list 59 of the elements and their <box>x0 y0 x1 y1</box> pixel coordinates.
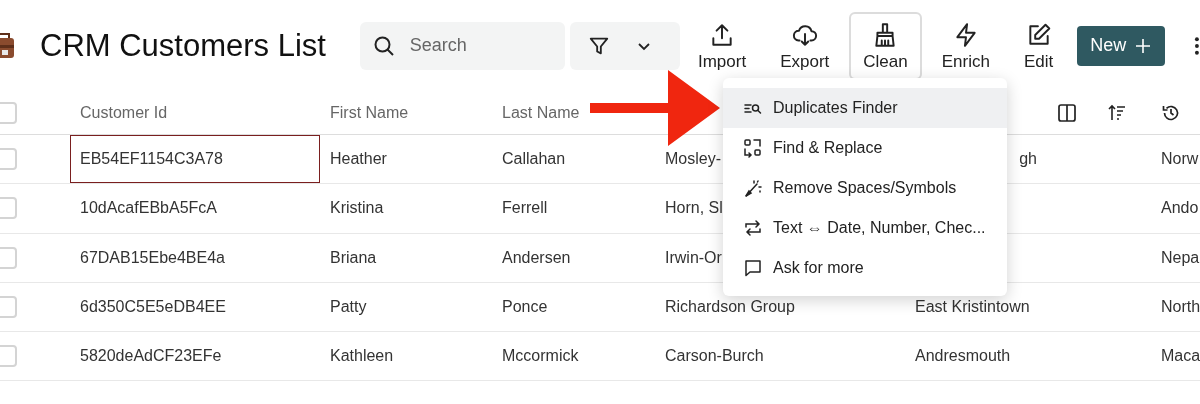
column-header[interactable]: Customer Id <box>80 103 168 122</box>
briefcase-icon <box>0 32 16 59</box>
menu-item[interactable]: Duplicates Finder <box>723 88 1007 128</box>
row-checkbox[interactable] <box>0 246 17 269</box>
table-cell: Mccormick <box>502 347 579 366</box>
table-cell: 67DAB15Ebe4BE4a <box>80 248 225 267</box>
table-cell: Callahan <box>502 150 566 169</box>
swap-arrows-icon <box>743 218 763 238</box>
table-cell: Kathleen <box>330 347 394 366</box>
table-cell: Kristina <box>330 199 384 218</box>
table-cell: North <box>1161 298 1200 317</box>
menu-item[interactable]: Ask for more <box>723 248 1007 288</box>
column-header[interactable]: Last Name <box>502 103 580 122</box>
table-cell: 10dAcafEBbA5FcA <box>80 199 217 218</box>
columns-icon[interactable] <box>1057 102 1077 123</box>
table-cell: Norw <box>1161 150 1199 169</box>
magic-wand-icon <box>743 178 763 198</box>
menu-item[interactable]: Text ⇔ Date, Number, Chec... <box>723 208 1007 248</box>
toolbar-button[interactable]: Export <box>766 11 844 80</box>
table-cell: Irwin-Or <box>665 248 722 267</box>
table-cell: Mosley- <box>665 150 721 169</box>
sort-icon[interactable] <box>1107 102 1127 123</box>
table-cell: Horn, Sl <box>665 199 723 218</box>
column-header[interactable]: First Name <box>330 103 409 122</box>
replace-icon <box>743 138 763 158</box>
table-cell: Patty <box>330 298 367 317</box>
table-cell: Ponce <box>502 298 548 317</box>
table-cell: Ando <box>1161 199 1199 218</box>
table-cell: Andresmouth <box>915 347 1011 366</box>
chat-bubble-icon <box>743 258 763 278</box>
table-cell: Carson-Burch <box>665 347 764 366</box>
row-checkbox[interactable] <box>0 296 17 319</box>
table-cell: East Kristintown <box>915 298 1030 317</box>
row-checkbox[interactable] <box>0 345 17 368</box>
table-cell: Ferrell <box>502 199 548 218</box>
table-cell: 6d350C5E5eDB4EE <box>80 298 226 317</box>
table-cell: Maca <box>1161 347 1200 366</box>
row-checkbox[interactable] <box>0 197 17 220</box>
table-cell: 5820deAdCF23EFe <box>80 347 222 366</box>
plus-icon <box>1134 36 1153 55</box>
menu-item[interactable]: Find & Replace <box>723 128 1007 168</box>
table-cell: gh <box>1019 150 1037 169</box>
table-cell: Andersen <box>502 248 571 267</box>
toolbar-button[interactable]: Edit <box>1009 11 1068 80</box>
toolbar-button[interactable]: Import <box>683 11 761 80</box>
more-options-icon[interactable] <box>1194 35 1200 56</box>
table-cell: Briana <box>330 248 377 267</box>
new-button[interactable]: New <box>1077 25 1166 66</box>
search-field[interactable]: Search <box>359 21 565 70</box>
toolbar-button[interactable]: Enrich <box>927 11 1004 80</box>
table-cell: Heather <box>330 150 387 169</box>
table-cell: Richardson Group <box>665 298 795 317</box>
table-cell: EB54EF1154C3A78 <box>80 150 223 169</box>
page-title: CRM Customers List <box>40 27 327 64</box>
select-all-checkbox[interactable] <box>0 101 17 124</box>
table-cell: Nepa <box>1161 248 1200 267</box>
filter-dropdown[interactable] <box>569 21 680 70</box>
row-checkbox[interactable] <box>0 148 17 171</box>
menu-item[interactable]: Remove Spaces/Symbols <box>723 168 1007 208</box>
